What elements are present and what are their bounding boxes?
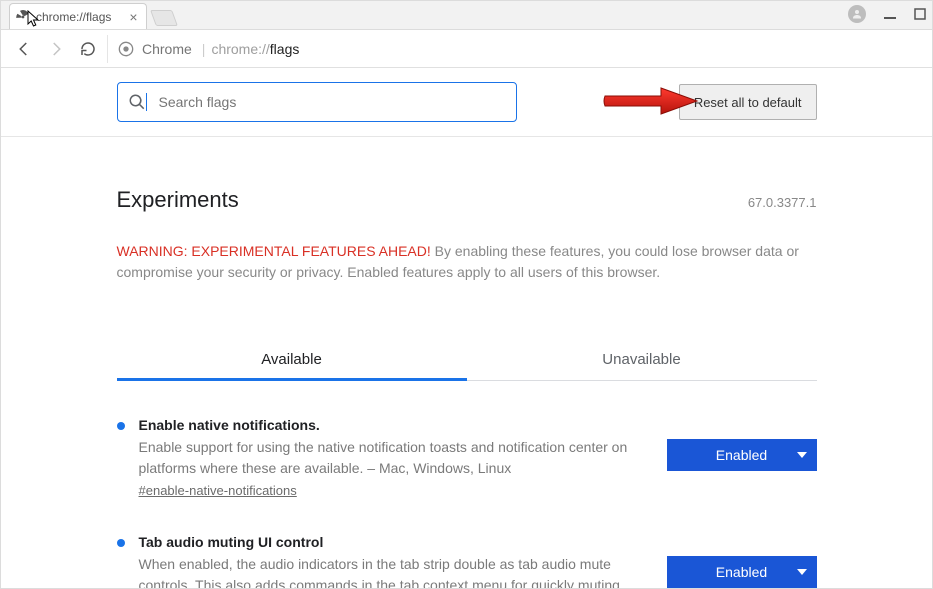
tab-available[interactable]: Available <box>117 339 467 380</box>
chevron-down-icon <box>797 569 807 575</box>
search-box[interactable] <box>117 82 517 122</box>
browser-window: chrome://flags × Chrome <box>0 0 933 589</box>
back-button[interactable] <box>11 36 37 62</box>
minimize-icon[interactable] <box>884 8 896 20</box>
text-caret <box>146 93 147 111</box>
reset-all-button[interactable]: Reset all to default <box>679 84 817 120</box>
flag-tabs: Available Unavailable <box>117 339 817 381</box>
chrome-icon <box>118 41 134 57</box>
tab-unavailable[interactable]: Unavailable <box>467 339 817 380</box>
version-label: 67.0.3377.1 <box>748 195 817 210</box>
flag-row: Tab audio muting UI control When enabled… <box>117 534 817 589</box>
url-path: flags <box>270 41 300 57</box>
experiment-dot-icon <box>117 539 125 547</box>
flag-title: Enable native notifications. <box>139 417 647 433</box>
flag-dropdown-value: Enabled <box>716 447 767 463</box>
forward-button[interactable] <box>43 36 69 62</box>
warning-prefix: WARNING: EXPERIMENTAL FEATURES AHEAD! <box>117 243 431 259</box>
flag-dropdown[interactable]: Enabled <box>667 439 817 471</box>
profile-icon[interactable] <box>848 5 866 23</box>
flags-toolbar: Reset all to default <box>1 68 932 137</box>
cursor-icon <box>27 10 41 28</box>
flag-row: Enable native notifications. Enable supp… <box>117 417 817 498</box>
experiment-dot-icon <box>117 422 125 430</box>
page-title: Experiments <box>117 187 239 213</box>
flag-title: Tab audio muting UI control <box>139 534 647 550</box>
chevron-down-icon <box>797 452 807 458</box>
search-input[interactable] <box>157 93 506 111</box>
flag-description: Enable support for using the native noti… <box>139 437 647 479</box>
flag-hash-link[interactable]: #enable-native-notifications <box>139 483 297 498</box>
titlebar: chrome://flags × <box>1 1 932 30</box>
tab-title: chrome://flags <box>36 10 111 24</box>
close-tab-icon[interactable]: × <box>129 10 137 24</box>
address-bar: Chrome | chrome://flags <box>1 30 932 68</box>
new-tab-button[interactable] <box>150 10 178 26</box>
flag-description: When enabled, the audio indicators in th… <box>139 554 647 589</box>
url-scheme: chrome:// <box>211 41 269 57</box>
url-field[interactable]: Chrome | chrome://flags <box>107 35 922 63</box>
flag-dropdown-value: Enabled <box>716 564 767 580</box>
reload-button[interactable] <box>75 36 101 62</box>
maximize-icon[interactable] <box>914 8 926 20</box>
flag-dropdown[interactable]: Enabled <box>667 556 817 588</box>
flags-content: Experiments 67.0.3377.1 WARNING: EXPERIM… <box>117 137 817 589</box>
warning-text: WARNING: EXPERIMENTAL FEATURES AHEAD! By… <box>117 241 817 283</box>
url-context-label: Chrome <box>142 41 192 57</box>
search-icon <box>128 93 146 111</box>
window-controls <box>848 5 926 23</box>
